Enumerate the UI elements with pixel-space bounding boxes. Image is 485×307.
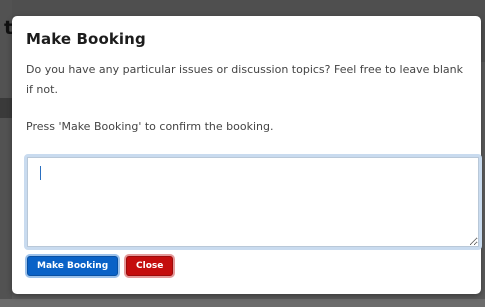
make-booking-button[interactable]: Make Booking bbox=[27, 256, 119, 276]
backdrop-left bbox=[0, 0, 12, 307]
make-booking-modal: Make Booking Do you have any particular … bbox=[12, 16, 482, 294]
modal-title: Make Booking bbox=[26, 30, 146, 48]
text-caret bbox=[40, 166, 41, 180]
backdrop-bar bbox=[0, 98, 12, 118]
close-button[interactable]: Close bbox=[126, 256, 174, 276]
discussion-textarea-wrapper bbox=[24, 154, 482, 250]
discussion-textarea[interactable] bbox=[27, 157, 479, 247]
modal-description: Do you have any particular issues or dis… bbox=[26, 63, 463, 96]
backdrop-bottom bbox=[0, 299, 485, 307]
modal-confirm-text: Press 'Make Booking' to confirm the book… bbox=[26, 120, 274, 133]
